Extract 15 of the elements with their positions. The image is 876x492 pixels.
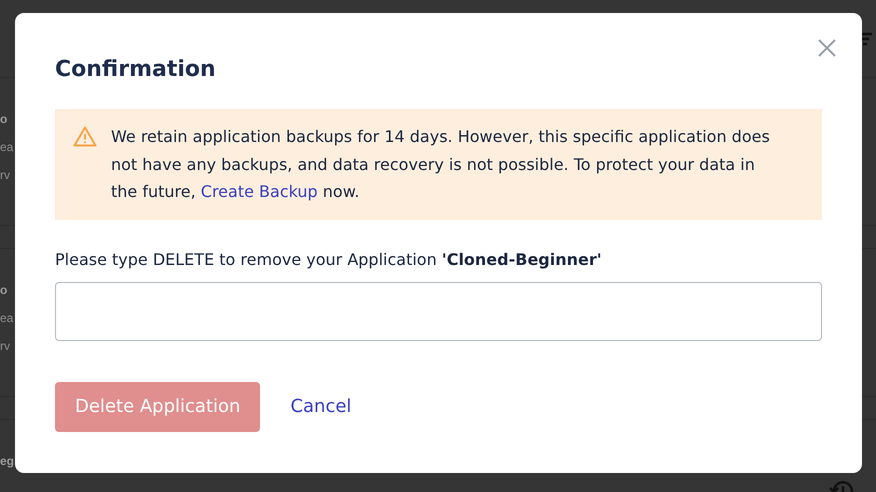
row-detail: ea bbox=[0, 140, 14, 154]
row-title: o bbox=[0, 283, 8, 297]
alert-message: We retain application backups for 14 days. However, this specific application does not have any backups, and data recovery is not possible. To protect your data in the future, Create Backup now. bbox=[111, 126, 771, 203]
row-detail: rv bbox=[0, 339, 10, 353]
confirm-input-field[interactable] bbox=[55, 282, 822, 340]
prompt-text: Please type DELETE to remove your Application 'Cloned-Beginner' bbox=[55, 248, 603, 270]
row-title: o bbox=[0, 112, 8, 126]
row-detail: ea bbox=[0, 311, 14, 325]
row-title: eg bbox=[0, 454, 14, 468]
close-icon[interactable] bbox=[818, 39, 836, 57]
cancel-button[interactable]: Cancel bbox=[290, 382, 352, 432]
dialog-title: Confirmation bbox=[55, 56, 217, 84]
row-detail: rv bbox=[0, 168, 10, 182]
create-backup-link[interactable]: Create Backup bbox=[200, 182, 318, 201]
warning-icon bbox=[73, 126, 97, 147]
